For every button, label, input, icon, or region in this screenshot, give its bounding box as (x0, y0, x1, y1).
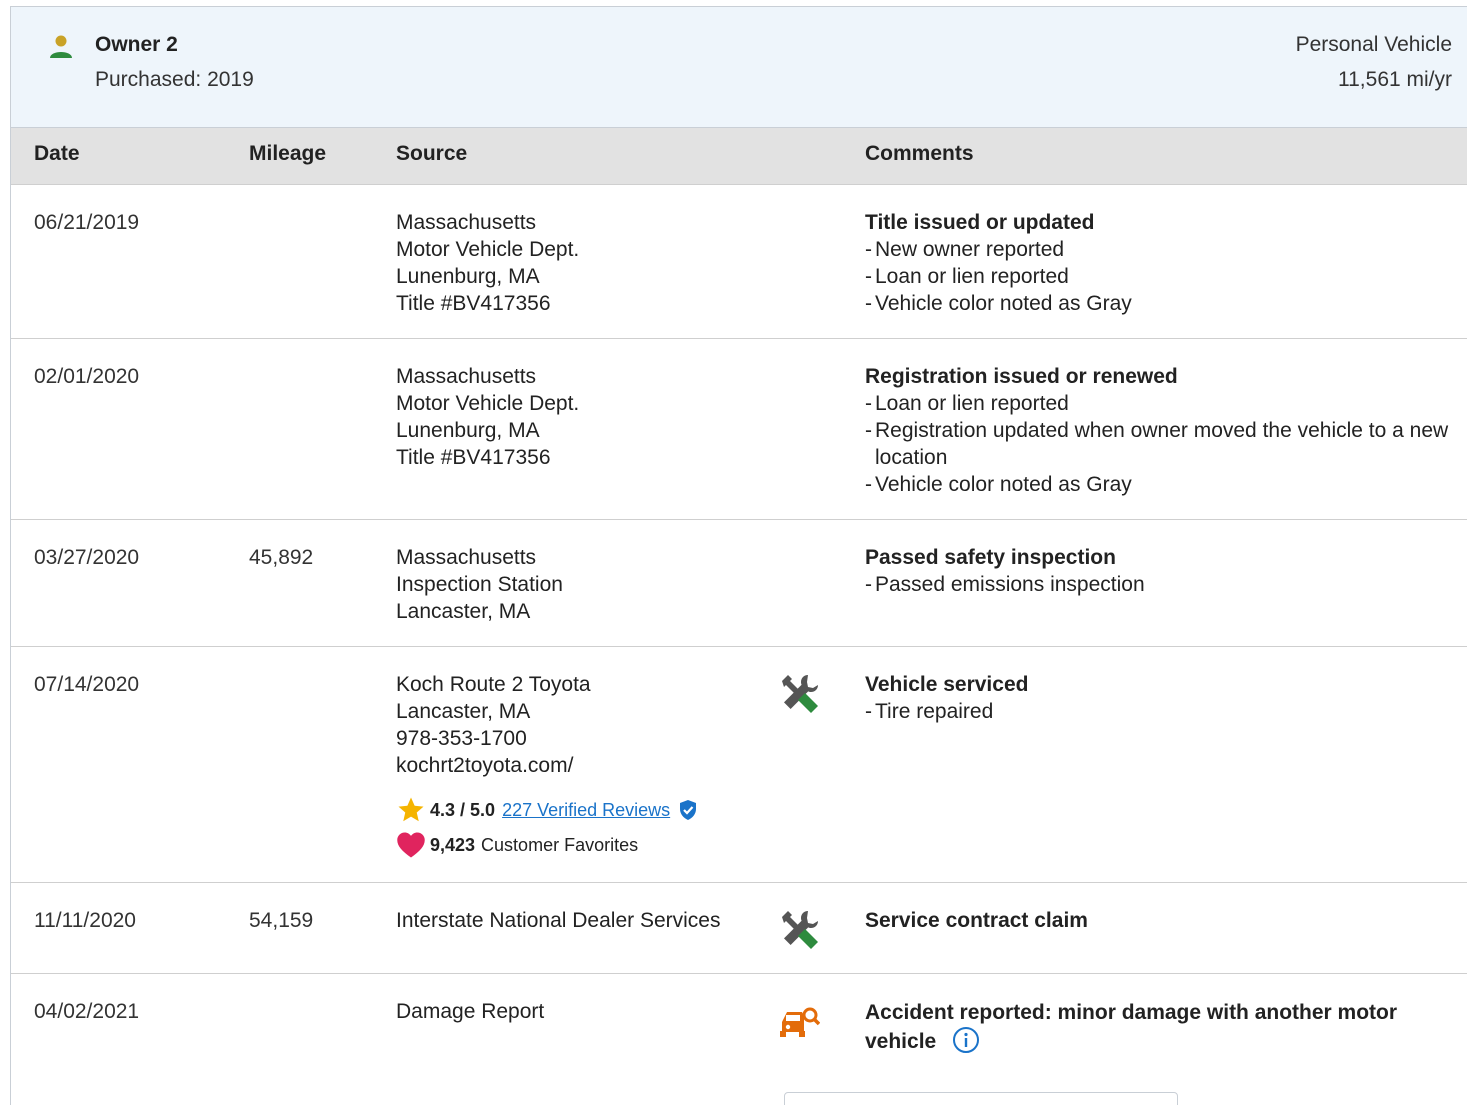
comment-title: Registration issued or renewed (865, 365, 1178, 388)
favorites-label: Customer Favorites (481, 834, 639, 855)
source-line: Motor Vehicle Dept. (396, 238, 580, 261)
header-mileage: Mileage (249, 142, 327, 165)
comment-item: - Vehicle color noted as Gray (865, 292, 1132, 315)
row-comments: Vehicle serviced - Tire repaired (865, 671, 1455, 725)
source-line: Inspection Station (396, 573, 563, 596)
owner-name: Owner 2 (95, 33, 178, 56)
source-line: Massachusetts (396, 546, 537, 569)
source-line: 978-353-1700 (396, 727, 527, 750)
comment-item: - Passed emissions inspection (865, 573, 1145, 596)
row-mileage: 54,159 (249, 909, 314, 932)
header-source: Source (396, 142, 468, 165)
row-comments: Title issued or updated - New owner repor… (865, 209, 1455, 317)
comment-title: Service contract claim (865, 909, 1088, 932)
row-source: Damage Report (396, 998, 544, 1025)
row-source: Massachusetts Motor Vehicle Dept. Lunenb… (396, 363, 579, 471)
popup-edge (784, 1092, 1178, 1105)
row-date: 07/14/2020 (34, 673, 140, 696)
service-tools-icon (782, 911, 818, 949)
row-comments: Registration issued or renewed - Loan or … (865, 363, 1455, 498)
source-line: Damage Report (396, 1000, 545, 1023)
header-date: Date (34, 142, 80, 165)
row-comments: Accident reported: minor damage with ano… (865, 998, 1435, 1056)
owner-purchased: Purchased: 2019 (95, 68, 254, 91)
heart-icon (397, 832, 425, 858)
source-line: Title #BV417356 (396, 292, 551, 315)
comment-item: - Loan or lien reported (865, 265, 1069, 288)
source-line: Lancaster, MA (396, 700, 531, 723)
table-row: 02/01/2020 Massachusetts Motor Vehicle D… (11, 339, 1467, 520)
comment-title: Vehicle serviced (865, 673, 1029, 696)
comment-item: - Vehicle color noted as Gray (865, 473, 1132, 496)
comment-title: Accident reported: minor damage with ano… (865, 1001, 1398, 1053)
row-comments: Service contract claim (865, 907, 1455, 934)
source-line: Lancaster, MA (396, 600, 531, 623)
comment-title: Title issued or updated (865, 211, 1095, 234)
info-icon[interactable] (952, 1026, 980, 1054)
comment-item: - Registration updated when owner moved t… (865, 419, 1449, 469)
customer-favorites: 9,423 Customer Favorites (396, 831, 698, 859)
comment-item: - New owner reported (865, 238, 1065, 261)
favorites-count: 9,423 (430, 834, 476, 855)
row-date: 06/21/2019 (34, 211, 140, 234)
owner-header: Owner 2 Purchased: 2019 Personal Vehicle… (11, 7, 1467, 128)
row-source: Interstate National Dealer Services (396, 907, 721, 934)
source-line: Lunenburg, MA (396, 265, 540, 288)
row-comments: Passed safety inspection - Passed emissio… (865, 544, 1455, 598)
row-date: 11/11/2020 (34, 909, 136, 932)
row-date: 03/27/2020 (34, 546, 140, 569)
row-source: Koch Route 2 Toyota Lancaster, MA 978-35… (396, 671, 698, 859)
table-row: 11/11/2020 54,159 Interstate National De… (11, 883, 1467, 974)
row-mileage: 45,892 (249, 546, 314, 569)
dealer-rating: 4.3 / 5.0 227 Verified Reviews (396, 795, 698, 825)
table-row: 07/14/2020 Koch Route 2 Toyota Lancaster… (11, 647, 1467, 883)
row-source: Massachusetts Motor Vehicle Dept. Lunenb… (396, 209, 579, 317)
header-comments: Comments (865, 142, 974, 165)
miles-per-year: 11,561 mi/yr (1338, 68, 1452, 91)
table-row: 03/27/2020 45,892 Massachusetts Inspecti… (11, 520, 1467, 647)
comment-item: - Tire repaired (865, 700, 994, 723)
damage-report-icon (780, 1007, 820, 1037)
person-icon (50, 35, 72, 58)
table-header: Date Mileage Source Comments (11, 128, 1467, 185)
table-row: 06/21/2019 Massachusetts Motor Vehicle D… (11, 185, 1467, 339)
source-line: Interstate National Dealer Services (396, 909, 721, 932)
verified-shield-icon (680, 800, 697, 820)
source-line: Koch Route 2 Toyota (396, 673, 591, 696)
row-date: 04/02/2021 (34, 1000, 140, 1023)
vehicle-history-panel: Owner 2 Purchased: 2019 Personal Vehicle… (10, 6, 1467, 1105)
comment-item: - Loan or lien reported (865, 392, 1069, 415)
star-icon (398, 797, 424, 822)
vehicle-type: Personal Vehicle (1295, 33, 1452, 56)
source-line: Massachusetts (396, 211, 537, 234)
source-line: Lunenburg, MA (396, 419, 540, 442)
source-line: kochrt2toyota.com/ (396, 754, 574, 777)
row-source: Massachusetts Inspection Station Lancast… (396, 544, 563, 625)
row-date: 02/01/2020 (34, 365, 140, 388)
rating-score: 4.3 / 5.0 (430, 799, 496, 820)
source-line: Massachusetts (396, 365, 537, 388)
service-tools-icon (782, 675, 818, 713)
table-row: 04/02/2021 Damage Report Accident report… (11, 974, 1467, 1105)
verified-reviews-link[interactable]: 227 Verified Reviews (502, 797, 670, 824)
source-line: Motor Vehicle Dept. (396, 392, 580, 415)
source-line: Title #BV417356 (396, 446, 551, 469)
comment-title: Passed safety inspection (865, 546, 1116, 569)
